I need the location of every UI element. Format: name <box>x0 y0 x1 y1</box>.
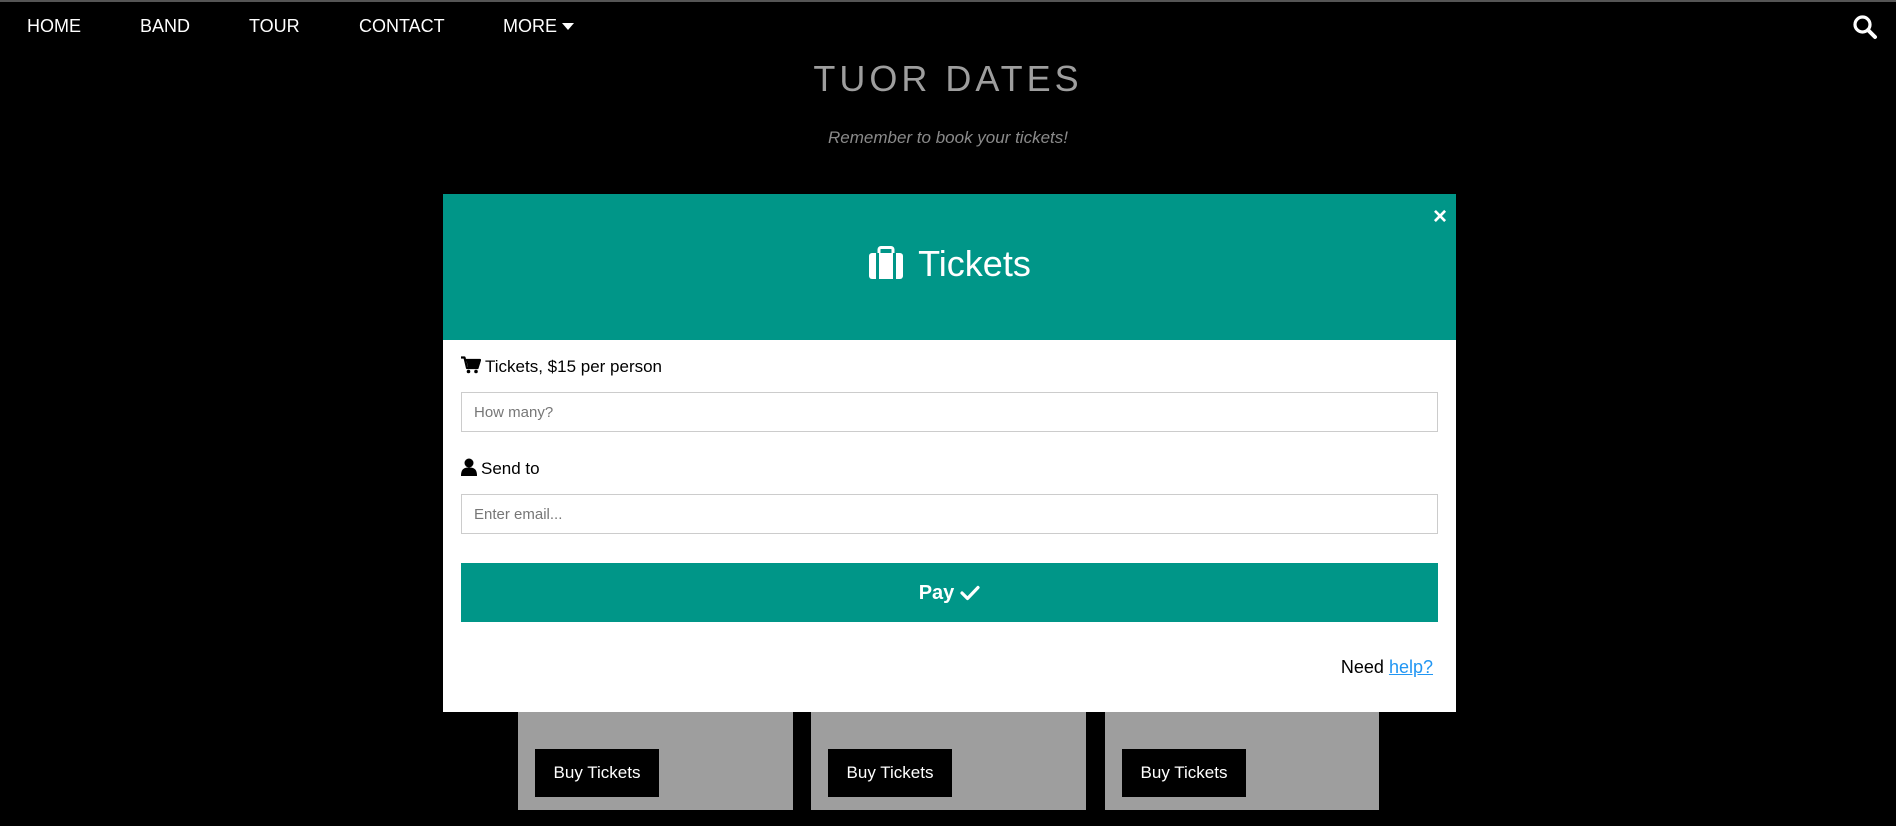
nav-item-tour[interactable]: TOUR <box>249 2 300 50</box>
modal-title: Tickets <box>443 244 1456 288</box>
tickets-modal: × Tickets Tickets, $15 per person How ma… <box>443 194 1456 712</box>
tickets-label: Tickets, $15 per person <box>461 356 662 379</box>
page-title: TUOR DATES <box>813 58 1083 99</box>
navbar: HOME BAND TOUR CONTACT MORE <box>0 2 1896 50</box>
check-icon <box>960 566 980 625</box>
tour-card: Buy Tickets <box>1105 700 1379 810</box>
modal-title-text: Tickets <box>918 243 1031 284</box>
buy-tickets-button[interactable]: Buy Tickets <box>535 749 659 797</box>
search-icon[interactable] <box>1852 14 1878 40</box>
help-row: Need help? <box>443 657 1433 678</box>
user-icon <box>461 458 477 481</box>
pay-button-label: Pay <box>918 582 955 604</box>
page: HOME BAND TOUR CONTACT MORE TUOR DATES R… <box>0 0 1896 826</box>
page-subtitle: Remember to book your tickets! <box>828 128 1068 147</box>
nav-item-home[interactable]: HOME <box>27 2 81 50</box>
send-to-label-text: Send to <box>481 459 540 478</box>
nav-item-more[interactable]: MORE <box>503 2 574 50</box>
nav-item-band[interactable]: BAND <box>140 2 190 50</box>
cart-icon <box>461 356 482 379</box>
close-button[interactable]: × <box>1427 204 1453 230</box>
email-input[interactable] <box>461 494 1438 534</box>
help-link[interactable]: help? <box>1389 657 1433 677</box>
nav-item-contact[interactable]: CONTACT <box>359 2 445 50</box>
nav-item-more-label: MORE <box>503 16 557 36</box>
caret-down-icon <box>562 23 574 30</box>
quantity-input[interactable] <box>461 392 1438 432</box>
send-to-label: Send to <box>461 458 540 481</box>
tour-card: Buy Tickets <box>518 700 793 810</box>
pay-button[interactable]: Pay <box>461 563 1438 622</box>
help-prefix: Need <box>1340 657 1389 677</box>
tour-card: Buy Tickets <box>811 700 1086 810</box>
modal-header: × Tickets <box>443 194 1456 340</box>
buy-tickets-button[interactable]: Buy Tickets <box>1122 749 1246 797</box>
briefcase-icon <box>868 246 904 288</box>
tickets-label-text: Tickets, $15 per person <box>485 357 663 376</box>
buy-tickets-button[interactable]: Buy Tickets <box>828 749 952 797</box>
